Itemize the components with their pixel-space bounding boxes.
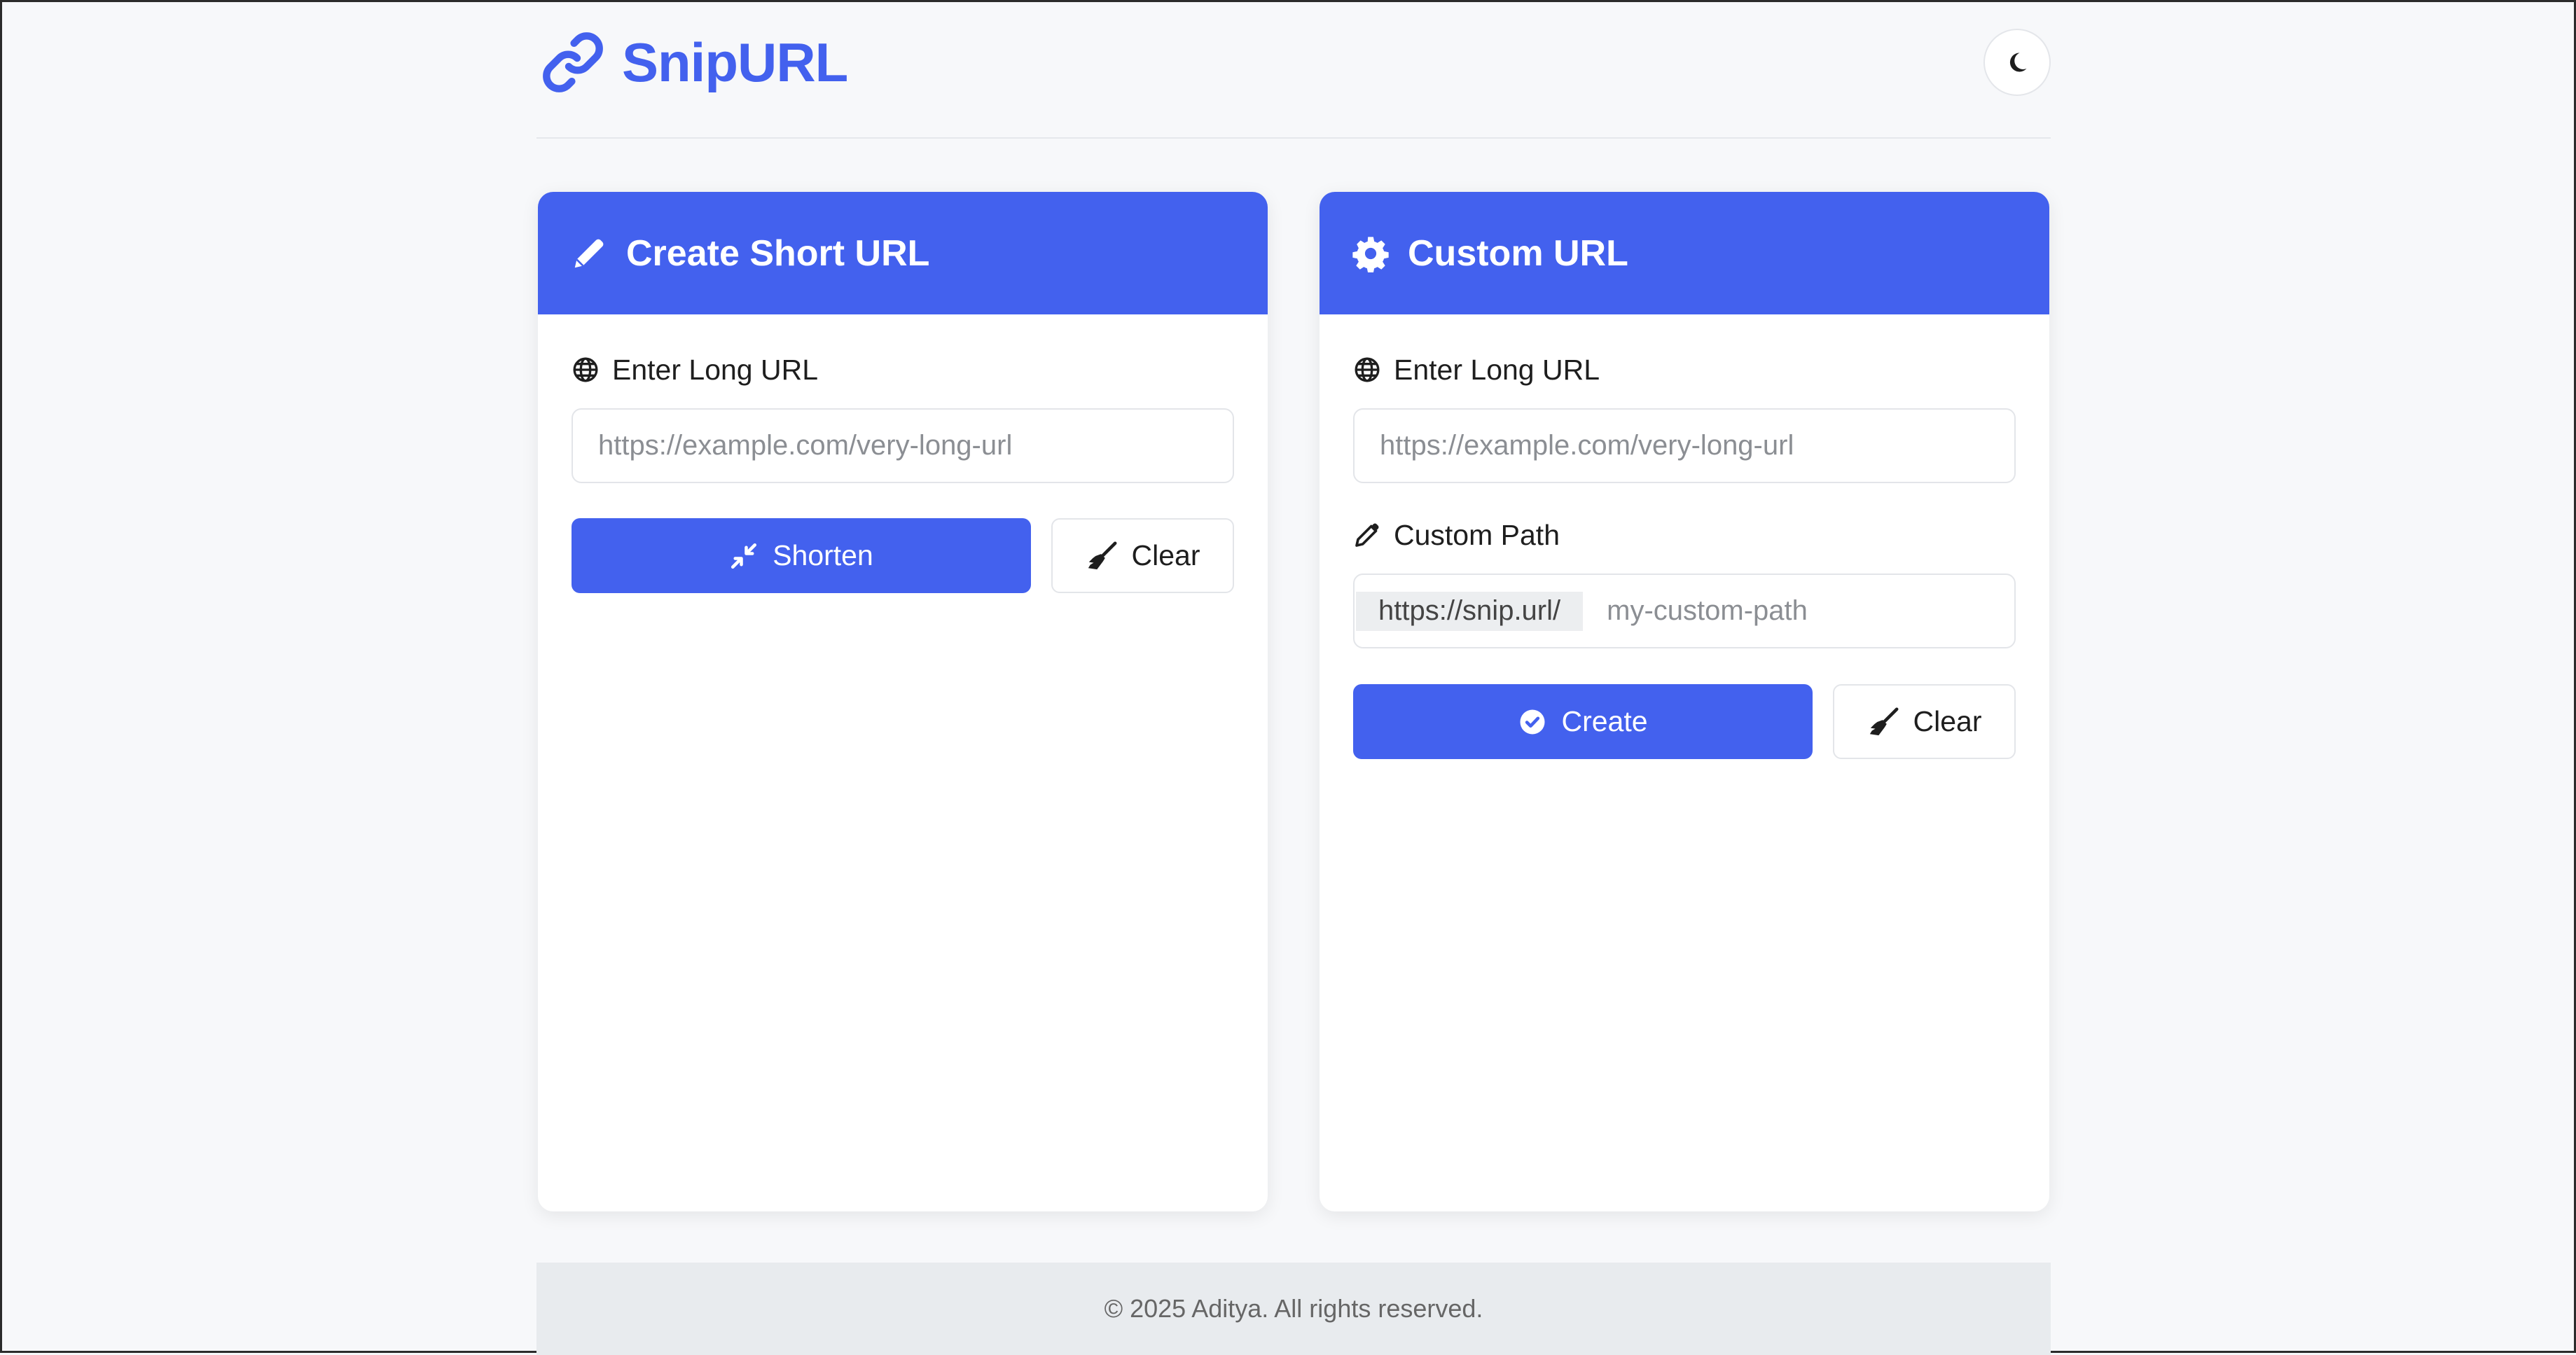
create-short-url-card: Create Short URL Enter Long URL https://… xyxy=(538,192,1268,1211)
broom-icon xyxy=(1869,707,1898,735)
globe-icon xyxy=(573,357,598,382)
link-icon xyxy=(543,32,603,92)
long-url-input[interactable] xyxy=(572,408,1234,483)
shorten-button[interactable]: Shorten xyxy=(572,518,1031,593)
url-prefix: https://snip.url/ xyxy=(1356,591,1584,631)
pencil-icon xyxy=(574,239,604,267)
card-title: Create Short URL xyxy=(626,232,930,274)
copyright-text: © 2025 Aditya. All rights reserved. xyxy=(1104,1294,1483,1323)
gear-icon xyxy=(1352,236,1389,272)
card-header: Create Short URL xyxy=(538,192,1268,314)
long-url-label: Enter Long URL xyxy=(1353,352,1600,387)
custom-path-label: Custom Path xyxy=(1353,517,1560,553)
pen-icon xyxy=(1355,523,1379,547)
card-header: Custom URL xyxy=(1320,192,2049,314)
broom-icon xyxy=(1088,541,1116,569)
compress-icon xyxy=(731,543,757,569)
clear-button[interactable]: Clear xyxy=(1051,518,1234,593)
custom-path-input[interactable] xyxy=(1583,575,2014,647)
custom-url-card: Custom URL Enter Long URL https://exampl… xyxy=(1320,192,2049,1211)
app-title: SnipURL xyxy=(622,31,848,93)
create-button[interactable]: Create xyxy=(1353,684,1813,759)
check-circle-icon xyxy=(1520,709,1545,734)
long-url-input[interactable] xyxy=(1353,408,2016,483)
theme-toggle-button[interactable] xyxy=(1983,29,2051,96)
moon-icon xyxy=(2009,53,2027,72)
card-title: Custom URL xyxy=(1408,232,1628,274)
logo[interactable]: SnipURL xyxy=(539,29,848,96)
app-window: SnipURL Create Short URL Enter Long URL … xyxy=(0,0,2576,1355)
long-url-label: Enter Long URL xyxy=(572,352,818,387)
footer: © 2025 Aditya. All rights reserved. xyxy=(536,1263,2051,1355)
header: SnipURL xyxy=(536,2,2051,139)
globe-icon xyxy=(1355,357,1380,382)
clear-button[interactable]: Clear xyxy=(1833,684,2016,759)
page-container: SnipURL Create Short URL Enter Long URL … xyxy=(536,2,2051,1355)
custom-path-field: https://snip.url/ xyxy=(1353,574,2016,648)
